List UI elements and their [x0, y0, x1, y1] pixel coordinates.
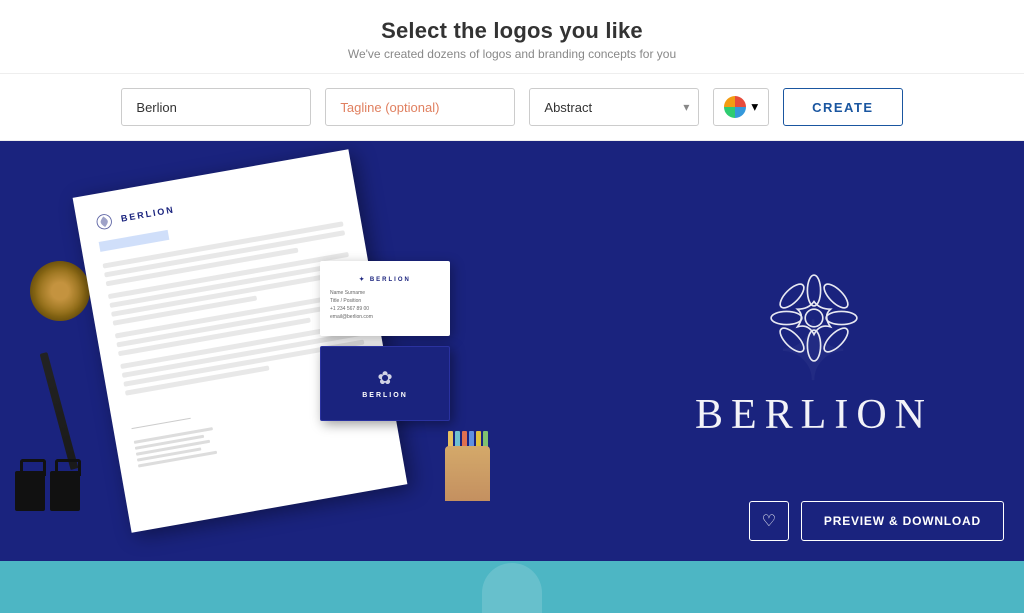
style-select[interactable]: Abstract Classic Modern Vintage Minimal	[529, 88, 699, 126]
color-picker-button[interactable]: ▾	[713, 88, 769, 126]
chevron-down-icon: ▾	[751, 99, 758, 115]
business-card-white: ✦ BERLION Name Surname Title / Position …	[320, 261, 450, 336]
business-card-navy: ✿ BERLION	[320, 346, 450, 421]
color-wheel-icon	[724, 96, 746, 118]
heart-icon: ♡	[762, 511, 776, 531]
toolbar: Abstract Classic Modern Vintage Minimal …	[0, 74, 1024, 141]
style-select-wrapper[interactable]: Abstract Classic Modern Vintage Minimal	[529, 88, 699, 126]
business-cards-area: ✦ BERLION Name Surname Title / Position …	[320, 261, 450, 421]
main-content: BERLION	[0, 141, 1024, 561]
action-buttons-area: ♡ PREVIEW & DOWNLOAD	[749, 501, 1004, 541]
bottom-logo-partial	[482, 563, 542, 613]
pencil-holder	[445, 446, 490, 501]
binder-clip-1	[15, 471, 45, 511]
page-title: Select the logos you like	[0, 18, 1024, 44]
brand-name-input[interactable]	[121, 88, 311, 126]
logo-brand-name: BERLION	[695, 391, 933, 439]
pencil-tube	[445, 446, 490, 501]
paper-logo-icon	[94, 211, 115, 232]
tagline-input[interactable]	[325, 88, 515, 126]
pen-decoration	[40, 352, 79, 470]
twine-decoration	[30, 261, 90, 321]
preview-download-button[interactable]: PREVIEW & DOWNLOAD	[801, 501, 1004, 541]
bottom-strip	[0, 561, 1024, 613]
binder-clips-area	[15, 471, 80, 511]
mockup-area: BERLION	[0, 141, 570, 561]
logo-display: ✦ BERLION ♡	[604, 141, 1024, 561]
page-header: Select the logos you like We've created …	[0, 0, 1024, 74]
logo-flower-icon	[759, 263, 869, 373]
binder-clip-2	[50, 471, 80, 511]
create-button[interactable]: CREATE	[783, 88, 902, 126]
page-subtitle: We've created dozens of logos and brandi…	[0, 47, 1024, 61]
favorite-button[interactable]: ♡	[749, 501, 789, 541]
